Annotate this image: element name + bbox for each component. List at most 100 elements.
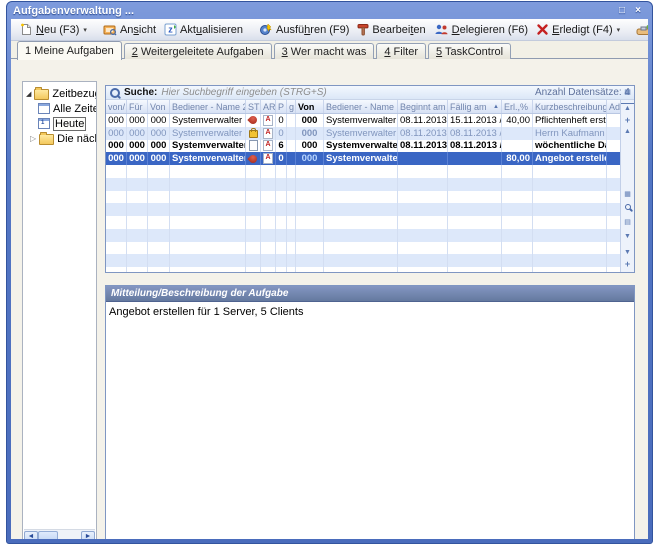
- dropdown-caret-icon[interactable]: ▾: [83, 26, 87, 34]
- table-cell: [398, 165, 448, 178]
- table-cell: [276, 229, 287, 242]
- column-header-von/[interactable]: von/: [106, 100, 127, 113]
- column-header-Kurzbeschreibung[interactable]: Kurzbeschreibung: [533, 100, 607, 113]
- column-header-Bediener - Name[interactable]: Bediener - Name: [324, 100, 398, 113]
- toolbar-button-erledigt[interactable]: Erledigt (F4) ▾: [532, 22, 624, 37]
- table-row-empty[interactable]: [106, 229, 621, 242]
- table-row-empty[interactable]: [106, 242, 621, 255]
- toolbar-button-ausfuehren[interactable]: Ausführen (F9): [255, 22, 353, 37]
- table-cell: [398, 267, 448, 272]
- toolbar-button-neu[interactable]: Neu (F3)▾: [16, 22, 91, 37]
- table-cell: [607, 267, 621, 272]
- delegate-icon: [434, 23, 449, 36]
- table-cell: 000: [106, 140, 127, 153]
- column-header-Für[interactable]: Für: [127, 100, 148, 113]
- tab-weitergeleitete-aufgaben[interactable]: 2 Weitergeleitete Aufgaben: [124, 43, 272, 60]
- go-first-icon[interactable]: ▲: [621, 103, 634, 114]
- column-header-g[interactable]: g: [287, 100, 296, 113]
- table-cell: [106, 216, 127, 229]
- column-header-AR[interactable]: AR: [261, 100, 276, 113]
- priority-a-icon: A: [263, 128, 273, 139]
- table-cell: [276, 267, 287, 272]
- table-cell: [398, 152, 448, 165]
- column-chooser-icon[interactable]: ▦: [621, 88, 634, 98]
- add-record-icon[interactable]: +: [621, 115, 634, 125]
- maximize-icon[interactable]: □: [614, 5, 630, 16]
- search-icon[interactable]: [621, 204, 634, 214]
- table-row-empty[interactable]: [106, 165, 621, 178]
- go-next-icon[interactable]: ▼: [621, 248, 634, 258]
- tree-item-alle-zeiten[interactable]: Alle Zeiten: [23, 101, 96, 116]
- list-view-icon[interactable]: ▤: [621, 218, 634, 228]
- column-header-P[interactable]: P: [276, 100, 287, 113]
- add-record-icon[interactable]: +: [621, 259, 634, 269]
- filter-icon[interactable]: ▼: [621, 232, 634, 242]
- tree-item-die-n-chsten[interactable]: ▷Die nächsten: [23, 131, 96, 146]
- scroll-right-icon[interactable]: ►: [81, 531, 95, 539]
- tab-filter[interactable]: 4 Filter: [376, 43, 426, 60]
- toolbar-button-aktualisieren[interactable]: zAktualisieren: [160, 22, 247, 37]
- table-row[interactable]: 000000000SystemverwalterA0000Systemverwa…: [106, 152, 621, 165]
- table-cell: [261, 178, 276, 191]
- table-cell: Systemverwalter: [324, 152, 398, 165]
- toolbar-button-delegieren[interactable]: Delegieren (F6): [430, 22, 532, 37]
- table-cell: [448, 178, 502, 191]
- table-cell: [261, 229, 276, 242]
- table-row[interactable]: 000000000SystemverwalterA0000Systemverwa…: [106, 114, 621, 127]
- toolbar-button-ansicht[interactable]: Ansicht: [99, 23, 160, 37]
- tree-item-heute[interactable]: Heute: [23, 116, 96, 131]
- sort-ascending-icon: ▲: [493, 104, 499, 110]
- table-row-empty[interactable]: [106, 267, 621, 272]
- table-cell: [502, 191, 533, 204]
- tab-taskcontrol[interactable]: 5 TaskControl: [428, 43, 511, 60]
- table-row[interactable]: 000000000SystemverwalterA6000Systemverwa…: [106, 140, 621, 153]
- toolbar-button-label: Aktualisieren: [180, 24, 243, 36]
- table-cell: [148, 216, 170, 229]
- table-row-empty[interactable]: [106, 254, 621, 267]
- extras-icon: [636, 23, 648, 36]
- table-row-empty[interactable]: [106, 216, 621, 229]
- tree-item-zeitbezug[interactable]: ◢Zeitbezug: [23, 86, 96, 101]
- search-input[interactable]: Hier Suchbegriff eingeben (STRG+S): [161, 87, 531, 98]
- table-cell: [148, 229, 170, 242]
- go-prev-icon[interactable]: ▲: [621, 127, 634, 137]
- table-cell: [246, 152, 261, 165]
- table-row[interactable]: 000000000SystemverwalterA0000Systemverwa…: [106, 127, 621, 140]
- column-header-Von[interactable]: Von: [148, 100, 170, 113]
- column-header-Beginnt am[interactable]: Beginnt am: [398, 100, 448, 113]
- column-header-Bediener - Name 2 (z.b.[interactable]: Bediener - Name 2 (z.b.: [170, 100, 246, 113]
- sidebar-horizontal-scrollbar[interactable]: ◄ ►: [24, 529, 95, 539]
- calendar-day-icon: [38, 118, 50, 129]
- toolbar-button-extras[interactable]: Extras: [632, 22, 648, 37]
- dropdown-caret-icon[interactable]: ▾: [617, 26, 621, 34]
- table-cell: [502, 178, 533, 191]
- table-cell: Systemverwalter: [170, 127, 246, 140]
- table-cell: 0: [276, 152, 287, 165]
- collapsed-arrow-icon[interactable]: ▷: [30, 134, 36, 143]
- toolbar-button-label: Erledigt (F4): [552, 24, 613, 36]
- scrollbar-thumb[interactable]: [38, 531, 58, 539]
- go-last-icon[interactable]: ▼: [621, 270, 634, 273]
- pin-icon: [247, 153, 258, 164]
- grid-view-icon[interactable]: ▦: [621, 190, 634, 200]
- close-icon[interactable]: ×: [630, 5, 646, 16]
- table-cell: [398, 216, 448, 229]
- toolbar-button-bearbeiten[interactable]: Bearbeiten: [353, 22, 429, 37]
- table-cell: [127, 254, 148, 267]
- table-cell: [324, 216, 398, 229]
- column-header-Von[interactable]: Von: [296, 100, 324, 113]
- column-header-Erl.,%[interactable]: Erl.,%: [502, 100, 533, 113]
- column-header-Fällig am[interactable]: Fällig am▲: [448, 100, 502, 113]
- table-cell: [106, 203, 127, 216]
- column-header-Adres[interactable]: Adres: [607, 100, 621, 113]
- tab-meine-aufgaben[interactable]: 1 Meine Aufgaben: [17, 41, 122, 60]
- table-row-empty[interactable]: [106, 191, 621, 204]
- scroll-left-icon[interactable]: ◄: [24, 531, 38, 539]
- table-row-empty[interactable]: [106, 203, 621, 216]
- tab-wer-macht-was[interactable]: 3 Wer macht was: [274, 43, 375, 60]
- column-header-ST[interactable]: ST: [246, 100, 261, 113]
- expanded-arrow-icon[interactable]: ◢: [26, 90, 31, 98]
- table-cell: [448, 229, 502, 242]
- table-cell: [448, 267, 502, 272]
- table-row-empty[interactable]: [106, 178, 621, 191]
